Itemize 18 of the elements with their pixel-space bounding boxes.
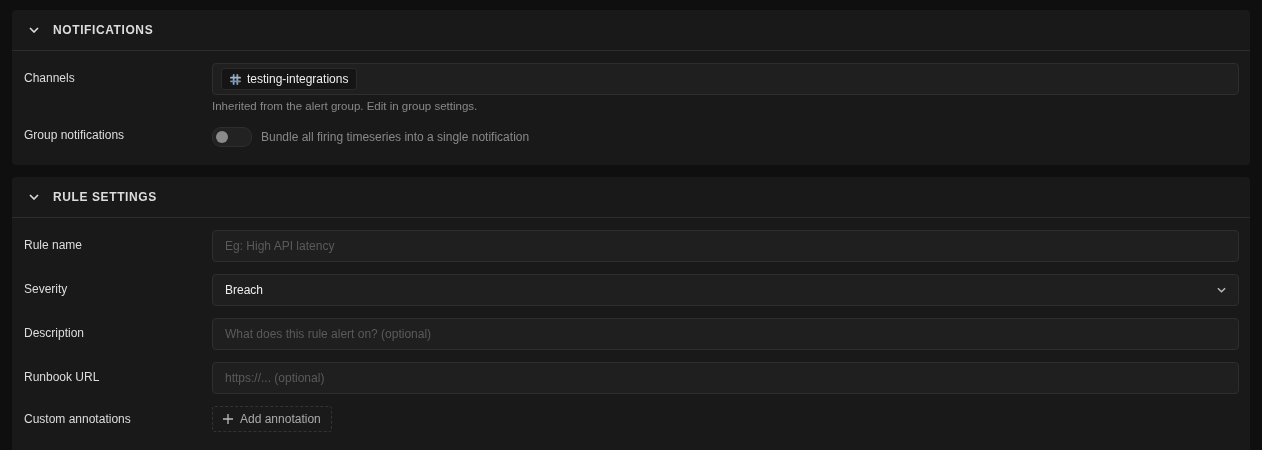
field-label: Severity [24,281,69,296]
hint-text: Inherited from the alert group. Edit in group settings. [212,100,479,112]
toggle-description: Bundle all firing timeseries into a single notification [261,130,530,144]
add-annotation-button[interactable]: Add annotation [212,406,332,432]
select-field[interactable]: Breach [212,274,1239,306]
channel-chip[interactable]: testing-integrations [221,68,358,90]
field-label: Group notifications [24,127,126,142]
field-label: Rule name [24,237,84,252]
input-field[interactable]: https://... (optional) [212,362,1239,394]
section-title: RULE SETTINGS [53,190,157,204]
field-label: Custom annotations [24,411,132,426]
section-title: NOTIFICATIONS [53,23,154,37]
input-field[interactable]: What does this rule alert on? (optional) [212,318,1239,350]
field-label: Runbook URL [24,369,101,384]
channels-field[interactable]: testing-integrations [212,63,1239,95]
input-field[interactable]: Eg: High API latency [212,230,1239,262]
field-label: Description [24,325,86,340]
field-label: Channels [24,70,76,85]
